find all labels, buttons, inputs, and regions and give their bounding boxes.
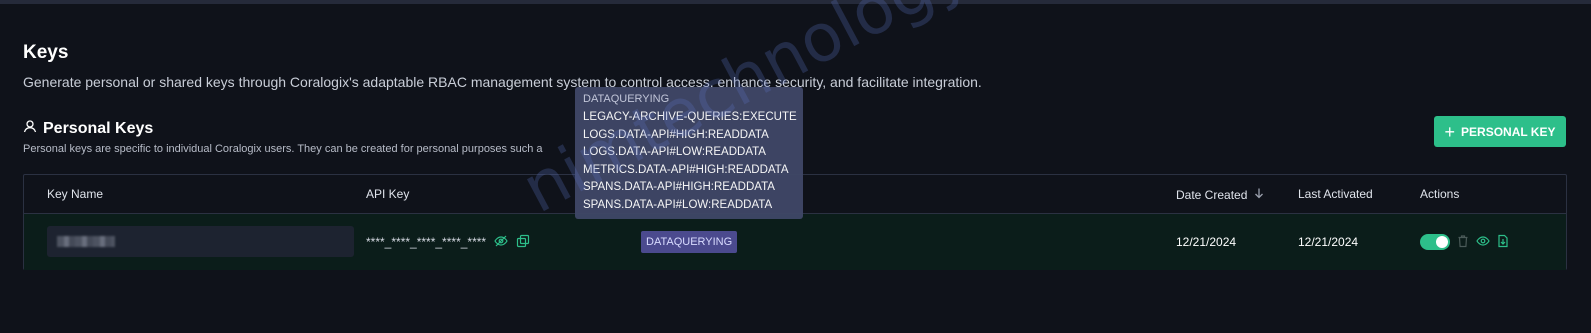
section-title: Personal Keys: [43, 119, 154, 137]
page-description: Generate personal or shared keys through…: [23, 74, 982, 90]
last-activated-cell: 12/21/2024: [1298, 235, 1359, 249]
tooltip-header: DATAQUERYING: [583, 93, 670, 105]
download-icon[interactable]: [1496, 234, 1510, 251]
tooltip-permission: LOGS.DATA-API#HIGH:READDATA: [583, 128, 769, 141]
column-key-name: Key Name: [47, 187, 104, 201]
api-key-cell: ****_****_****_****_****: [366, 214, 530, 270]
tooltip-permission: SPANS.DATA-API#HIGH:READDATA: [583, 181, 775, 194]
user-icon: [23, 119, 37, 138]
column-date-created[interactable]: Date Created: [1176, 187, 1265, 202]
trash-icon[interactable]: [1456, 234, 1470, 251]
date-created-cell: 12/21/2024: [1176, 235, 1237, 249]
tooltip-permission: LOGS.DATA-API#LOW:READDATA: [583, 146, 766, 159]
tooltip-permission: SPANS.DATA-API#LOW:READDATA: [583, 198, 773, 211]
top-border: [0, 0, 1591, 4]
tooltip-permission: METRICS.DATA-API#HIGH:READDATA: [583, 163, 789, 176]
column-last-activated: Last Activated: [1298, 187, 1373, 201]
column-actions: Actions: [1420, 187, 1460, 201]
add-personal-key-button[interactable]: + PERSONAL KEY: [1434, 116, 1566, 147]
permissions-tooltip: DATAQUERYING LEGACY-ARCHIVE-QUERIES:EXEC…: [575, 87, 803, 219]
copy-icon[interactable]: [516, 234, 530, 251]
table-row: ****_****_****_****_**** DATAQUERYING 12…: [24, 214, 1566, 270]
section-header: Personal Keys: [23, 119, 153, 138]
eye-icon[interactable]: [1476, 234, 1490, 251]
api-key-masked: ****_****_****_****_****: [366, 235, 487, 249]
column-api-key: API Key: [366, 187, 410, 201]
active-toggle[interactable]: [1420, 234, 1450, 250]
add-personal-key-label: PERSONAL KEY: [1461, 124, 1556, 139]
key-name-field: [47, 226, 354, 257]
tooltip-permission: LEGACY-ARCHIVE-QUERIES:EXECUTE: [583, 111, 797, 123]
page-title: Keys: [23, 42, 69, 63]
plus-icon: +: [1444, 121, 1456, 142]
section-description: Personal keys are specific to individual…: [23, 143, 543, 155]
actions-cell: [1420, 214, 1510, 270]
eye-off-icon[interactable]: [494, 234, 508, 251]
column-date-created-label: Date Created: [1176, 187, 1248, 202]
preset-badge[interactable]: DATAQUERYING: [641, 231, 738, 253]
key-name-redacted: [57, 236, 115, 247]
sort-down-icon[interactable]: [1253, 187, 1265, 202]
